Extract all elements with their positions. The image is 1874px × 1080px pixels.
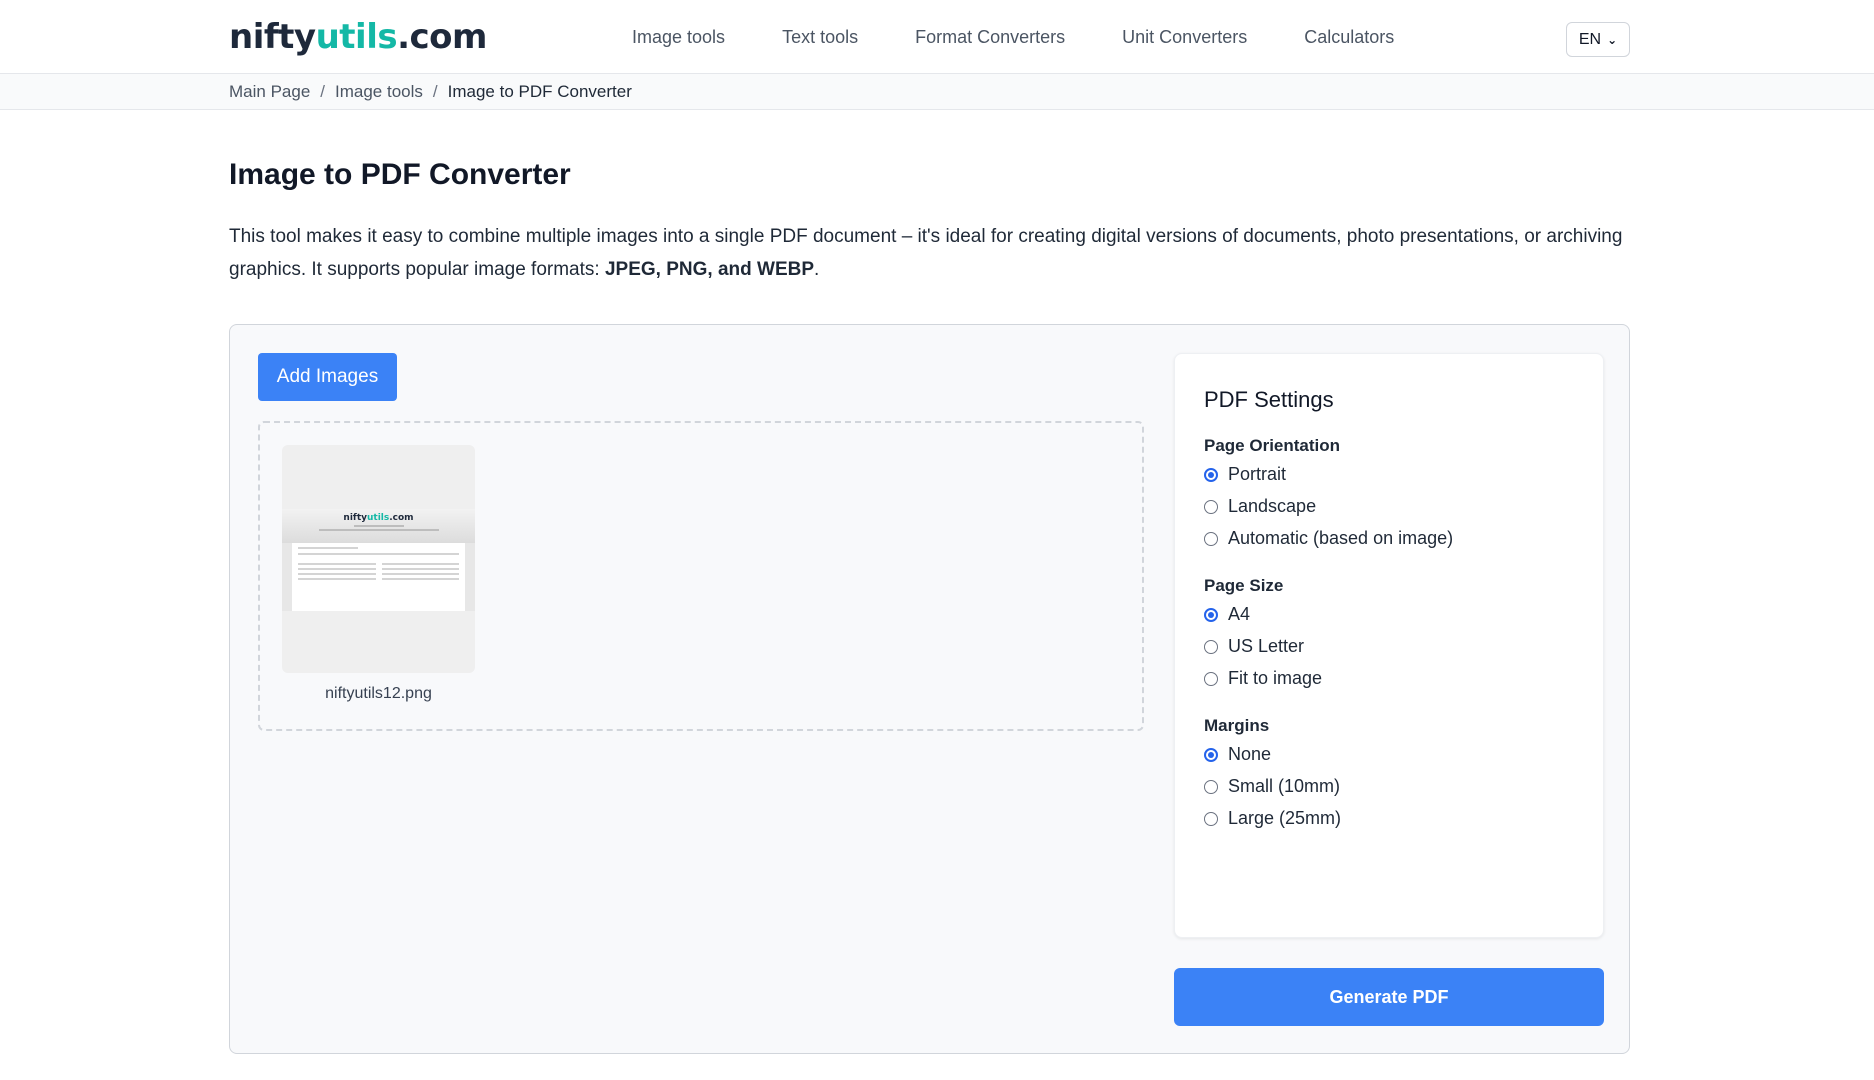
radio-icon[interactable] [1204,639,1218,654]
option-label: Automatic (based on image) [1228,528,1454,548]
breadcrumb: Main Page / Image tools / Image to PDF C… [229,74,632,110]
orientation-portrait-option[interactable]: Portrait [1204,464,1286,485]
radio-icon[interactable] [1204,811,1218,826]
settings-title: PDF Settings [1204,387,1334,412]
page-size-us-letter-option[interactable]: US Letter [1204,636,1304,657]
image-thumbnail-card[interactable]: niftyutils.com [282,445,475,673]
option-label: Small (10mm) [1228,776,1341,796]
radio-icon[interactable] [1204,779,1218,794]
option-label: Large (25mm) [1228,808,1342,828]
option-label: Landscape [1228,496,1317,516]
breadcrumb-current: Image to PDF Converter [447,82,632,101]
logo-text-nifty: nifty [229,17,316,57]
breadcrumb-image-tools[interactable]: Image tools [335,82,423,102]
margins-large-option[interactable]: Large (25mm) [1204,808,1341,829]
page-size-fit-option[interactable]: Fit to image [1204,668,1322,689]
nav-calculators[interactable]: Calculators [1304,27,1394,48]
option-label: A4 [1228,604,1251,624]
intro-end: . [814,259,820,280]
nav-format-converters[interactable]: Format Converters [915,27,1065,48]
option-label: Portrait [1228,464,1287,484]
pdf-settings-card: PDF Settings Page Orientation Portrait L… [1174,353,1604,938]
margins-small-option[interactable]: Small (10mm) [1204,776,1340,797]
margins-label: Margins [1204,716,1270,735]
option-label: US Letter [1228,636,1305,656]
orientation-automatic-option[interactable]: Automatic (based on image) [1204,528,1453,549]
intro-formats: JPEG, PNG, and WEBP [604,259,815,280]
nav-unit-converters[interactable]: Unit Converters [1122,27,1247,48]
logo-text-utils: utils [315,17,398,57]
breadcrumb-main-page[interactable]: Main Page [229,82,310,102]
breadcrumb-separator: / [432,82,438,101]
chevron-down-icon: ⌄ [1607,32,1618,47]
thumb-logo-part3: .com [389,513,414,523]
site-logo[interactable]: niftyutils.com [229,17,487,57]
add-images-button[interactable]: Add Images [258,353,397,401]
orientation-landscape-option[interactable]: Landscape [1204,496,1316,517]
language-value: EN [1578,30,1602,48]
radio-selected-icon[interactable] [1204,747,1218,762]
logo-text-domain: .com [397,17,487,57]
nav-image-tools[interactable]: Image tools [632,27,725,48]
intro-text: This tool makes it easy to combine multi… [229,226,1623,280]
thumb-logo-part1: nifty [343,513,367,523]
nav-text-tools[interactable]: Text tools [782,27,858,48]
breadcrumb-bar: Main Page / Image tools / Image to PDF C… [0,74,1874,110]
image-dropzone[interactable]: niftyutils.com niftyutils12.png [258,421,1144,731]
radio-icon[interactable] [1204,531,1218,546]
radio-icon[interactable] [1204,499,1218,514]
site-header: niftyutils.com Image tools Text tools Fo… [0,0,1874,74]
image-thumbnail: niftyutils.com [282,509,475,611]
image-filename: niftyutils12.png [325,685,432,702]
page-title: Image to PDF Converter [229,158,571,191]
page-size-label: Page Size [1204,576,1284,595]
converter-panel: Add Images niftyutils.com niftyutils12.p… [229,324,1630,1054]
language-select[interactable]: EN ⌄ [1566,22,1630,57]
generate-pdf-button[interactable]: Generate PDF [1174,968,1604,1026]
thumb-logo-part2: utils [367,513,390,523]
option-label: None [1228,744,1272,764]
margins-none-option[interactable]: None [1204,744,1271,765]
page-intro: This tool makes it easy to combine multi… [229,220,1629,286]
radio-selected-icon[interactable] [1204,607,1218,622]
breadcrumb-separator: / [320,82,326,101]
radio-selected-icon[interactable] [1204,467,1218,482]
orientation-label: Page Orientation [1204,436,1341,455]
radio-icon[interactable] [1204,671,1218,686]
main-nav: Image tools Text tools Format Converters… [632,0,1394,74]
page-size-a4-option[interactable]: A4 [1204,604,1250,625]
option-label: Fit to image [1228,668,1323,688]
